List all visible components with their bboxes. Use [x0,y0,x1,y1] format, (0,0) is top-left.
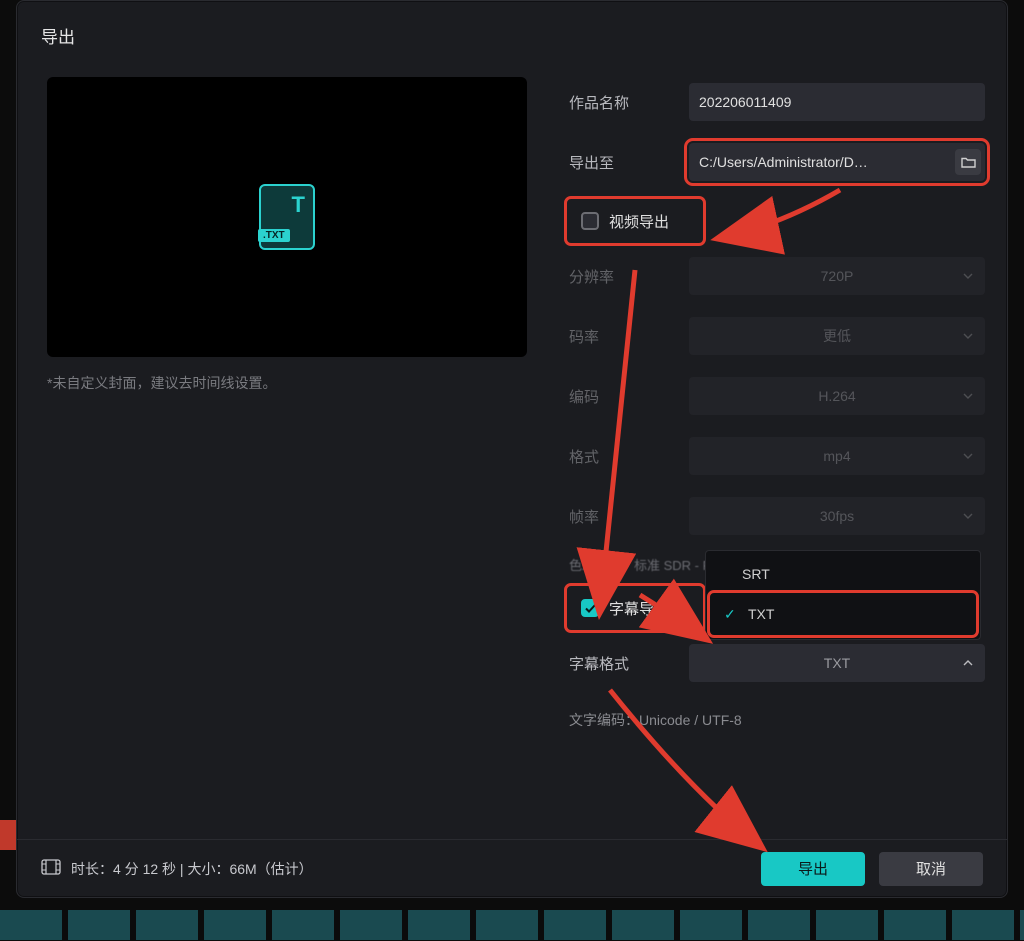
video-export-toggle[interactable]: 视频导出 [569,201,701,241]
resolution-select[interactable]: 720P [689,257,985,295]
chevron-down-icon [963,273,973,279]
subtitle-format-dropdown[interactable]: SRT ✓ TXT [705,550,981,640]
video-settings-group: 分辨率 720P 码率 更低 编码 H.264 格式 [569,255,985,574]
name-label: 作品名称 [569,92,689,113]
subtitle-export-toggle[interactable]: 字幕导出 [569,588,701,628]
subtitle-export-checkbox[interactable] [581,599,599,617]
chevron-down-icon [963,513,973,519]
path-input[interactable]: C:/Users/Administrator/D… [689,143,985,181]
preview-note: *未自定义封面，建议去时间线设置。 [47,373,276,393]
subtitle-format-label: 字幕格式 [569,653,689,674]
dialog-title: 导出 [41,23,75,48]
export-button[interactable]: 导出 [761,852,865,886]
encoding-line: 文字编码：Unicode / UTF-8 [569,710,985,730]
chevron-down-icon [963,333,973,339]
name-input[interactable]: 202206011409 [689,83,985,121]
preview-thumbnail: T .TXT [47,77,527,357]
folder-icon [961,156,976,168]
format-select[interactable]: mp4 [689,437,985,475]
chevron-down-icon [963,393,973,399]
browse-folder-button[interactable] [955,149,981,175]
txt-file-icon: T .TXT [259,184,315,250]
cancel-button[interactable]: 取消 [879,852,983,886]
film-icon [41,859,61,878]
subtitle-format-option-txt[interactable]: ✓ TXT [712,595,974,633]
export-form: 作品名称 202206011409 导出至 C:/Users/Administr… [569,81,985,730]
video-export-checkbox[interactable] [581,212,599,230]
chevron-up-icon [963,660,973,666]
bitrate-select[interactable]: 更低 [689,317,985,355]
check-icon: ✓ [724,606,736,623]
footer-info-text: 时长：4 分 12 秒 | 大小：66M（估计） [71,859,313,879]
chevron-down-icon [963,453,973,459]
fps-select[interactable]: 30fps [689,497,985,535]
subtitle-format-option-srt[interactable]: SRT [706,555,980,593]
subtitle-format-select[interactable]: TXT [689,644,985,682]
codec-select[interactable]: H.264 [689,377,985,415]
export-dialog: 导出 T .TXT *未自定义封面，建议去时间线设置。 作品名称 2022060… [16,0,1008,898]
path-label: 导出至 [569,152,689,173]
dialog-footer: 时长：4 分 12 秒 | 大小：66M（估计） 导出 取消 [17,839,1007,897]
